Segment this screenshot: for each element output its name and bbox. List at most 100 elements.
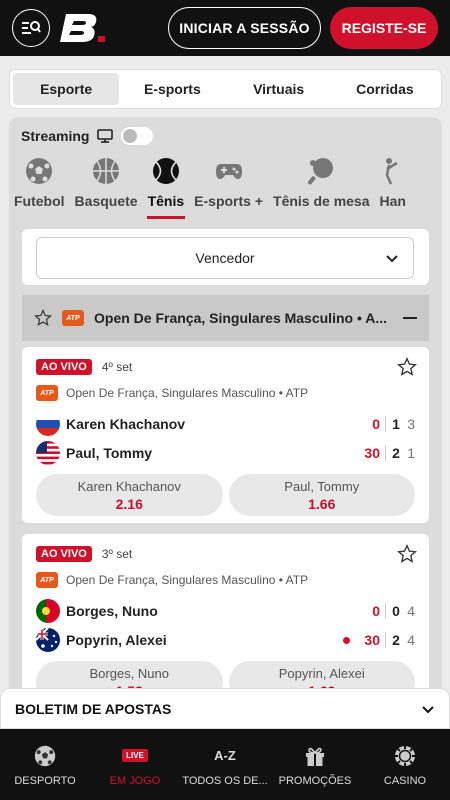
- nav-label: CASINO: [383, 774, 427, 787]
- player-row: Karen Khachanov 0 1 3: [36, 411, 415, 437]
- sets: 1: [392, 416, 400, 432]
- match-competition: ATP Open De França, Singulares Masculino…: [36, 572, 308, 588]
- sport-label: Tênis: [147, 193, 185, 209]
- serving-indicator: [343, 636, 350, 644]
- points: 30: [364, 445, 380, 461]
- streaming-label: Streaming: [21, 128, 90, 144]
- nav-todos-os-desportos[interactable]: A-Z TODOS OS DE...: [180, 729, 270, 800]
- collapse-icon[interactable]: [403, 317, 417, 319]
- sets: 2: [392, 445, 400, 461]
- set-label: 4º set: [101, 360, 133, 374]
- score: 30 2 4: [343, 632, 415, 648]
- tennis-ball-icon: [152, 158, 179, 184]
- player-name: Popyrin, Alexei: [66, 632, 167, 648]
- sport-label: Han: [379, 193, 406, 209]
- soccer-ball-icon: [34, 745, 56, 766]
- nav-desporto[interactable]: DESPORTO: [0, 729, 90, 800]
- sport-futebol[interactable]: Futebol: [9, 155, 70, 219]
- russia-flag-icon: [36, 412, 60, 436]
- register-button[interactable]: REGISTE-SE: [330, 7, 438, 49]
- portugal-flag-icon: [36, 599, 60, 623]
- score: 0 1 3: [354, 416, 415, 432]
- gamepad-icon: [215, 164, 242, 179]
- az-icon: A-Z: [214, 748, 236, 763]
- chevron-down-icon: [386, 255, 398, 263]
- odd-button[interactable]: Karen Khachanov 2.16: [36, 474, 223, 516]
- player-row: Borges, Nuno 0 0 4: [36, 598, 415, 624]
- match-status: AO VIVO 3º set: [36, 546, 132, 562]
- player-row: Popyrin, Alexei 30 2 4: [36, 627, 415, 653]
- market-dropdown[interactable]: Vencedor: [36, 237, 414, 279]
- match-card[interactable]: AO VIVO 4º set ATP Open De França, Singu…: [22, 347, 429, 523]
- atp-logo: ATP: [62, 310, 84, 326]
- sport-handebol[interactable]: Han: [375, 155, 411, 219]
- sport-tenis-de-mesa[interactable]: Tênis de mesa: [268, 155, 375, 219]
- score: 0 0 4: [354, 603, 415, 619]
- menu-search-button[interactable]: [12, 9, 50, 47]
- sport-basquete[interactable]: Basquete: [70, 155, 143, 219]
- nav-casino[interactable]: CASINO: [360, 729, 450, 800]
- games: 4: [407, 632, 415, 648]
- player-name: Karen Khachanov: [66, 416, 186, 432]
- games: 1: [407, 445, 415, 461]
- sport-tenis[interactable]: Tênis: [143, 155, 190, 219]
- gift-icon: [306, 747, 324, 766]
- login-button[interactable]: INICIAR A SESSÃO: [168, 7, 321, 49]
- sets: 2: [392, 632, 400, 648]
- live-badge: AO VIVO: [36, 359, 92, 375]
- odd-selection: Borges, Nuno: [89, 665, 170, 681]
- odd-selection: Karen Khachanov: [77, 478, 181, 494]
- sports-carousel: Futebol Basquete Tênis E-sports + Tênis …: [9, 155, 442, 219]
- casino-chip-icon: [395, 745, 415, 766]
- streaming-row: Streaming: [21, 127, 154, 145]
- player-name: Borges, Nuno: [66, 603, 158, 619]
- usa-flag-icon: [36, 441, 60, 465]
- nav-promocoes[interactable]: PROMOÇÕES: [270, 729, 360, 800]
- star-icon[interactable]: [34, 309, 52, 327]
- match-competition: ATP Open De França, Singulares Masculino…: [36, 385, 308, 401]
- nav-label: PROMOÇÕES: [278, 774, 352, 787]
- nav-em-jogo[interactable]: LIVE EM JOGO: [90, 729, 180, 800]
- market-card: Vencedor: [22, 229, 429, 285]
- betslip-bar[interactable]: BOLETIM DE APOSTAS: [0, 688, 450, 729]
- live-badge: AO VIVO: [36, 546, 92, 562]
- sport-label: E-sports +: [194, 193, 264, 209]
- match-competition-name: Open De França, Singulares Masculino • A…: [66, 386, 309, 400]
- australia-flag-icon: [36, 628, 60, 652]
- tab-corridas[interactable]: Corridas: [332, 73, 438, 105]
- sport-label: Futebol: [14, 193, 65, 209]
- tab-esports[interactable]: E-sports: [119, 73, 225, 105]
- points: 0: [372, 603, 380, 619]
- market-selected-value: Vencedor: [195, 250, 255, 266]
- games: 4: [407, 603, 415, 619]
- odd-value: 1.66: [308, 495, 336, 512]
- nav-label: TODOS OS DE...: [182, 774, 268, 787]
- odd-selection: Popyrin, Alexei: [278, 665, 365, 681]
- odds-row: Karen Khachanov 2.16 Paul, Tommy 1.66: [36, 474, 415, 516]
- odd-button[interactable]: Paul, Tommy 1.66: [228, 474, 415, 516]
- competition-header[interactable]: ATP Open De França, Singulares Masculino…: [22, 295, 429, 341]
- live-icon: LIVE: [122, 749, 148, 762]
- top-header: INICIAR A SESSÃO REGISTE-SE: [0, 0, 450, 56]
- sport-esports[interactable]: E-sports +: [189, 155, 268, 219]
- brand-logo[interactable]: [60, 10, 108, 46]
- basketball-icon: [93, 158, 120, 184]
- bottom-nav: DESPORTO LIVE EM JOGO A-Z TODOS OS DE...…: [0, 729, 450, 800]
- nav-label: DESPORTO: [14, 774, 76, 787]
- match-status: AO VIVO 4º set: [36, 359, 132, 375]
- streaming-toggle[interactable]: [121, 127, 154, 145]
- sports-panel: Streaming Futebol Basquete Tênis E-sport…: [9, 117, 442, 737]
- menu-search-icon: [22, 21, 41, 34]
- star-icon[interactable]: [397, 357, 417, 377]
- atp-logo: ATP: [36, 572, 58, 588]
- player-row: Paul, Tommy 30 2 1: [36, 440, 415, 466]
- odd-selection: Paul, Tommy: [284, 478, 360, 494]
- competition-name: Open De França, Singulares Masculino • A…: [94, 310, 388, 326]
- sets: 0: [392, 603, 400, 619]
- star-icon[interactable]: [397, 544, 417, 564]
- tab-esporte[interactable]: Esporte: [13, 73, 120, 105]
- sport-label: Tênis de mesa: [273, 193, 370, 209]
- handball-icon: [385, 158, 398, 185]
- score: 30 2 1: [354, 445, 415, 461]
- tab-virtuais[interactable]: Virtuais: [226, 73, 332, 105]
